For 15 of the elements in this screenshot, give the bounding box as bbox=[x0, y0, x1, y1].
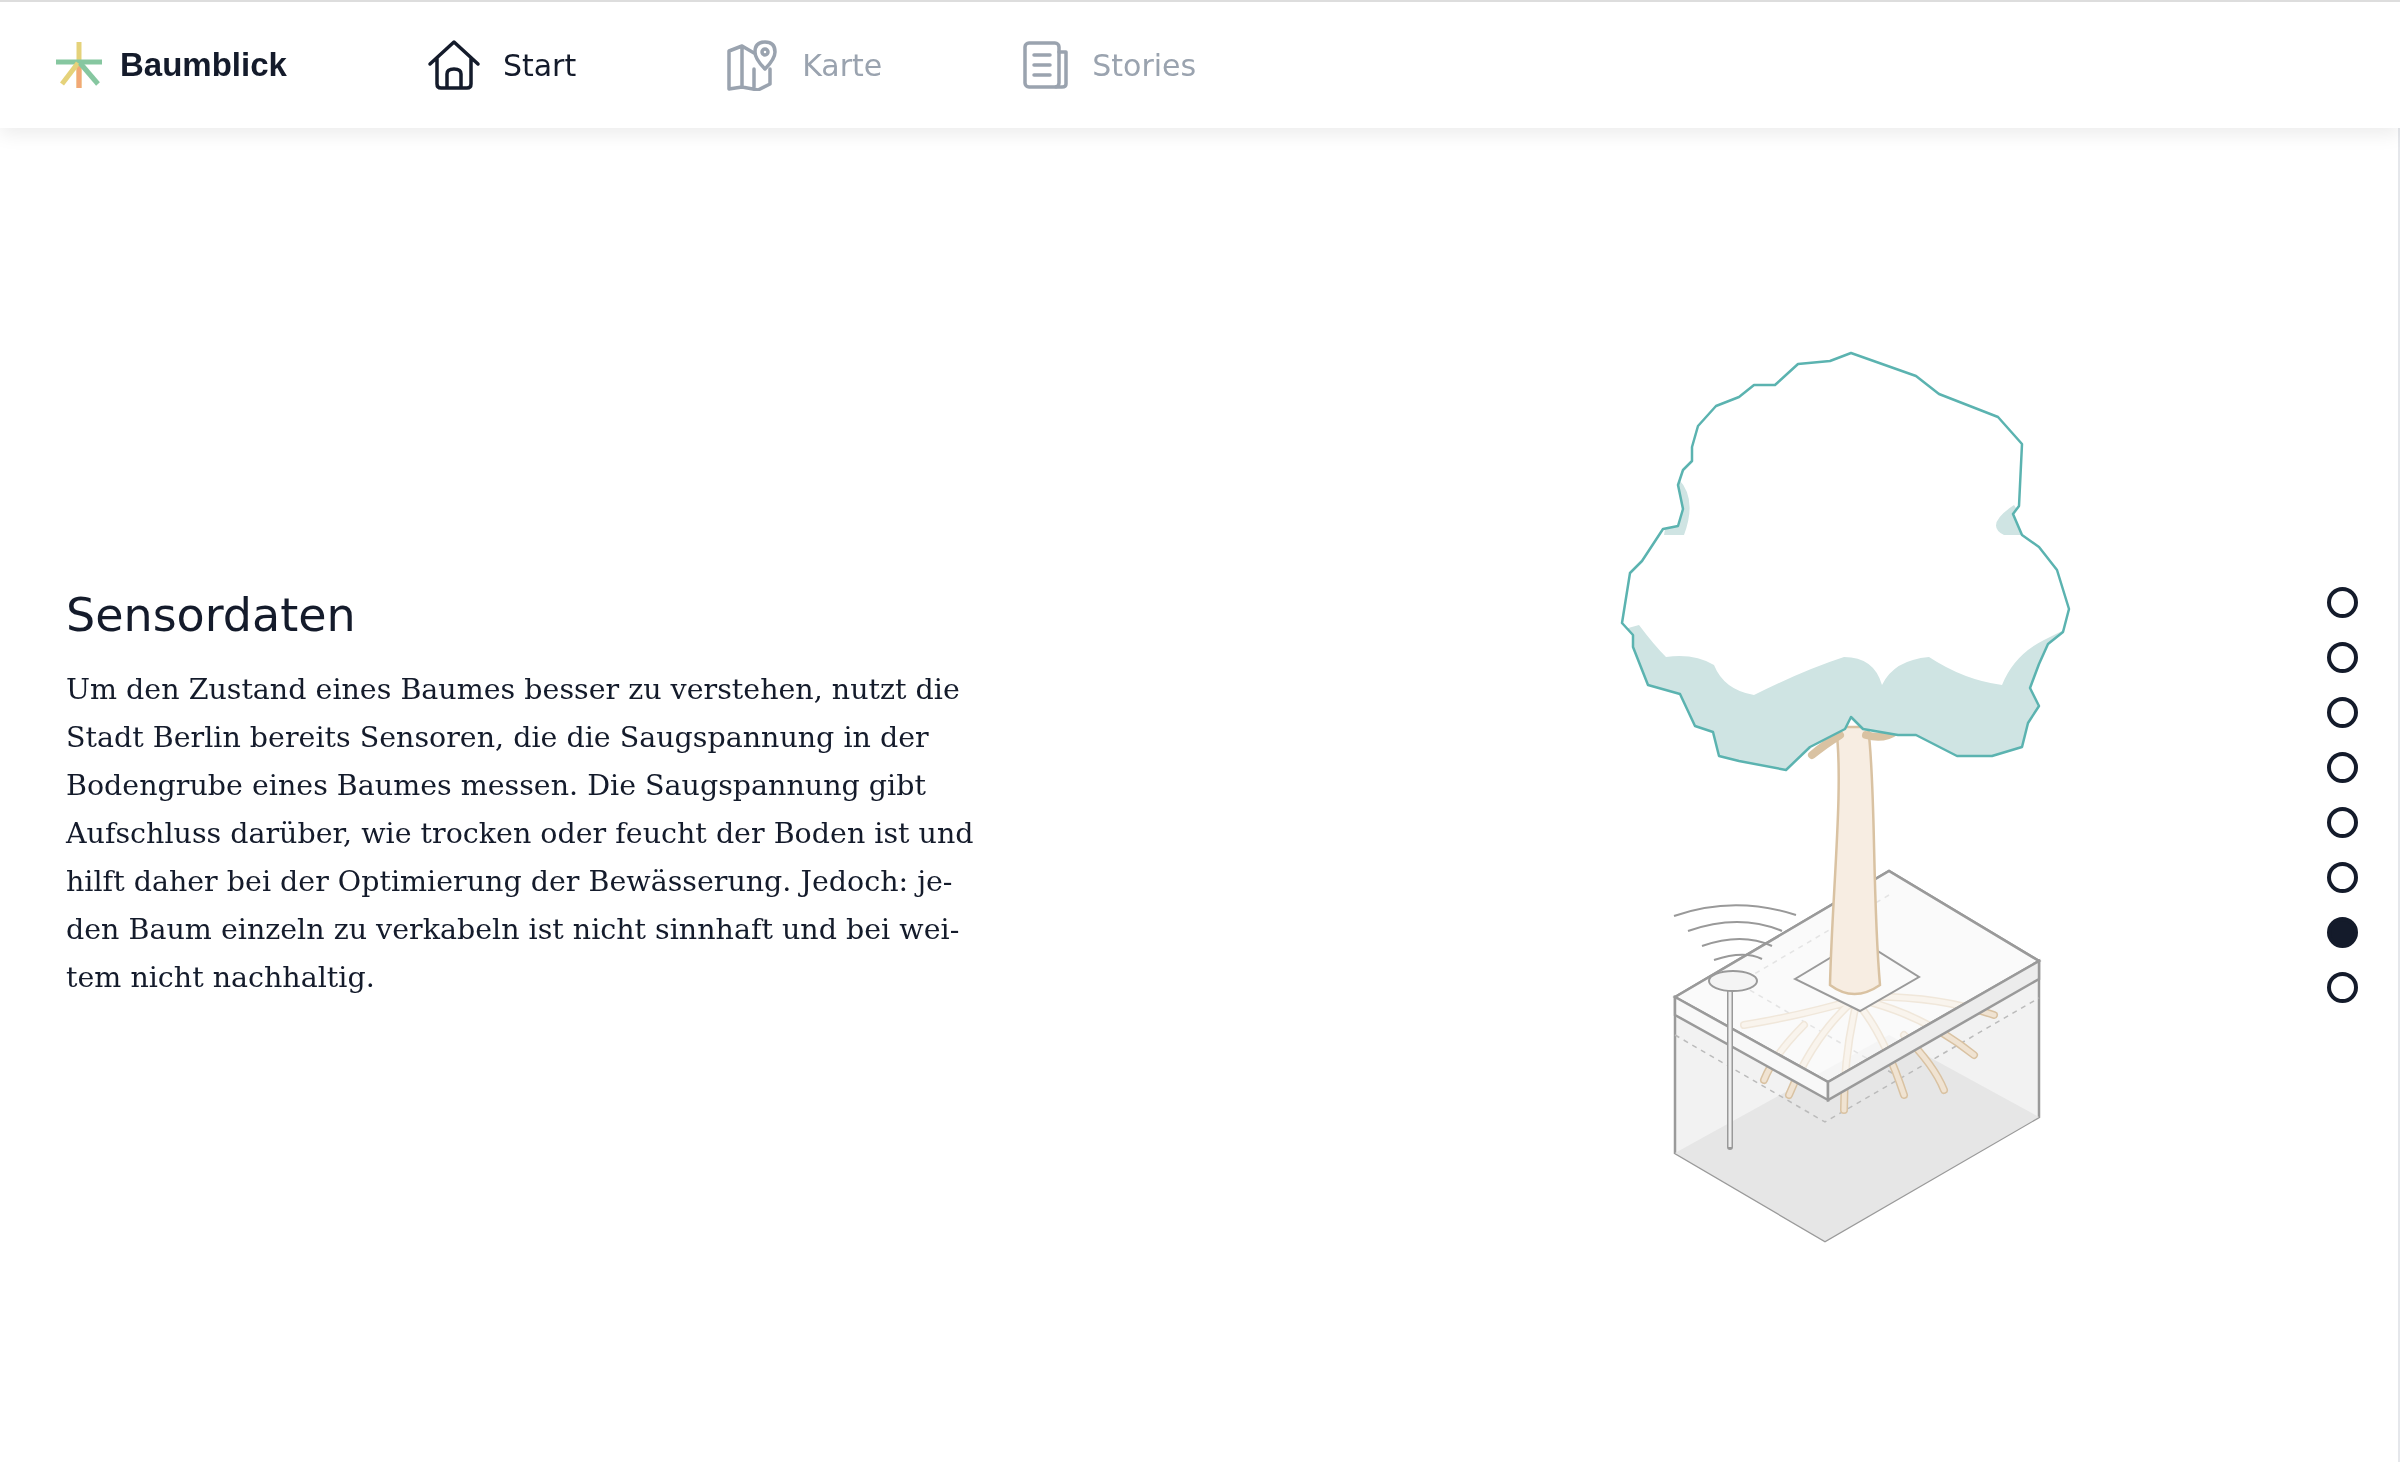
step-dot[interactable] bbox=[2327, 752, 2358, 783]
step-dot[interactable] bbox=[2327, 972, 2358, 1003]
brand-link[interactable]: Baumblick bbox=[54, 40, 287, 90]
home-icon bbox=[426, 39, 481, 91]
step-dot[interactable] bbox=[2327, 697, 2358, 728]
body-paragraph: Um den Zustand eines Baumes besser zu verstehen, nutzt die Stadt Berlin bereits Sensoren, die die Saugspannung in der Bodengrube eines Baumes messen. Die Saugspannung gibt Aufschluss darüber, wie trocken oder feucht der Boden ist und hilft daher bei der Optimierung der Bewässerung. Jedoch: je- den Baum einzeln zu verkabeln ist nicht sinnhaft und bei wei- tem nicht nachhaltig. bbox=[66, 671, 975, 996]
step-dot[interactable] bbox=[2327, 807, 2358, 838]
step-dot[interactable] bbox=[2327, 862, 2358, 893]
step-dot[interactable] bbox=[2327, 587, 2358, 618]
step-dot[interactable] bbox=[2327, 642, 2358, 673]
newspaper-icon bbox=[1022, 40, 1071, 90]
nav-link[interactable]: Start bbox=[426, 39, 577, 91]
section-heading: Sensordaten bbox=[66, 588, 357, 644]
step-dot[interactable] bbox=[2327, 917, 2358, 948]
logo-icon bbox=[54, 40, 104, 90]
